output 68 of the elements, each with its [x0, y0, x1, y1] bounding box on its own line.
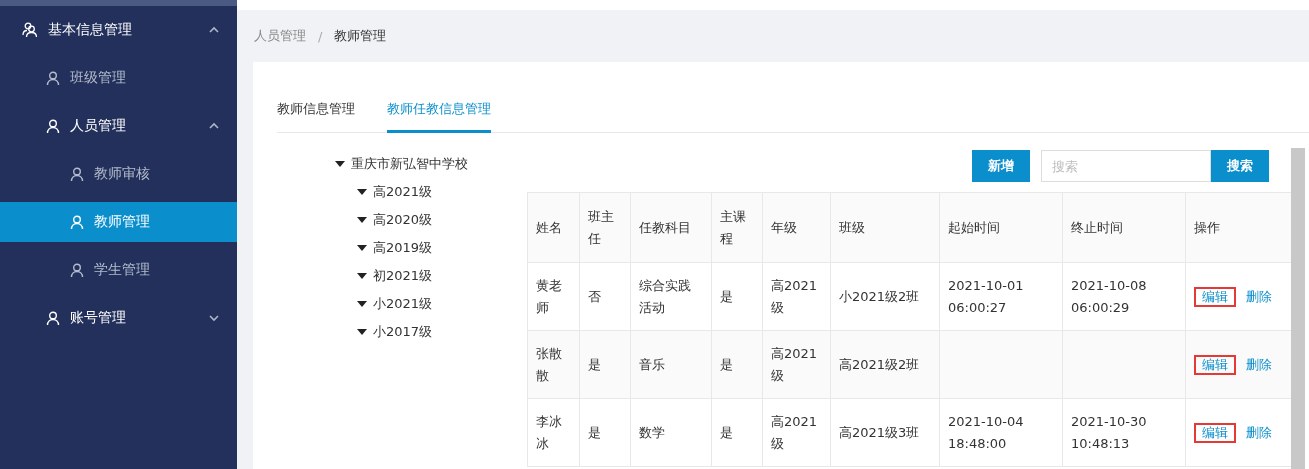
users-icon [22, 22, 38, 38]
delete-link[interactable]: 删除 [1246, 288, 1272, 304]
column-header: 班主任 [588, 208, 614, 246]
table-cell: 2021-10-30 10:48:13 [1071, 413, 1147, 451]
tree-node[interactable]: 重庆市新弘智中学校 [351, 155, 468, 173]
column-header: 起始时间 [948, 219, 1000, 235]
user-icon [46, 119, 60, 133]
table-cell: 是 [588, 424, 601, 440]
table-cell: 2021-10-04 18:48:00 [948, 413, 1024, 451]
table-cell: 是 [720, 356, 733, 372]
tree-node[interactable]: 高2019级 [373, 239, 433, 257]
table-cell: 高2021级 [771, 413, 818, 451]
user-icon [70, 215, 84, 229]
table-cell: 2021-10-01 06:00:27 [948, 277, 1024, 315]
column-header: 年级 [771, 219, 797, 235]
table-cell: 音乐 [639, 356, 665, 372]
tree-node[interactable]: 初2021级 [373, 267, 433, 285]
edit-link[interactable]: 编辑 [1194, 354, 1236, 375]
scrollbar[interactable] [1291, 148, 1305, 469]
user-icon [46, 71, 60, 85]
table-cell: 高2021级 [771, 345, 818, 383]
table-cell: 张散散 [536, 345, 562, 383]
user-icon [70, 167, 84, 181]
user-icon [46, 311, 60, 325]
column-header: 任教科目 [639, 219, 691, 235]
column-header: 姓名 [536, 219, 562, 235]
table-cell: 综合实践活动 [639, 277, 691, 315]
tab[interactable]: 教师任教信息管理 [387, 86, 491, 133]
table-cell: 黄老师 [536, 277, 562, 315]
menu-item[interactable]: 账号管理 [0, 294, 237, 342]
tree-node[interactable]: 高2021级 [373, 183, 433, 201]
breadcrumb-separator: / [318, 28, 323, 44]
table-cell: 李冰冰 [536, 413, 562, 451]
menu-item[interactable]: 班级管理 [0, 54, 237, 102]
delete-link[interactable]: 删除 [1246, 424, 1272, 440]
table-cell: 是 [720, 288, 733, 304]
menu-item[interactable]: 学生管理 [0, 246, 237, 294]
search-button[interactable]: 搜索 [1211, 150, 1269, 182]
column-header: 操作 [1194, 219, 1220, 235]
tree-node[interactable]: 小2017级 [373, 323, 433, 341]
table-cell: 高2021级2班 [839, 356, 920, 372]
table-cell: 数学 [639, 424, 665, 440]
chevron-up-icon [209, 122, 219, 130]
table-cell: 2021-10-08 06:00:29 [1071, 277, 1147, 315]
menu-item[interactable]: 教师审核 [0, 150, 237, 198]
user-icon [70, 263, 84, 277]
table-cell: 小2021级2班 [839, 288, 920, 304]
table-cell: 是 [588, 356, 601, 372]
chevron-up-icon [209, 26, 219, 34]
tree-node[interactable]: 小2021级 [373, 295, 433, 313]
column-header: 主课程 [720, 208, 746, 246]
table-cell: 高2021级 [771, 277, 818, 315]
menu-item[interactable]: 教师管理 [0, 202, 237, 242]
tree-node[interactable]: 高2020级 [373, 211, 433, 229]
tab[interactable]: 教师信息管理 [277, 86, 355, 133]
table-cell: 高2021级3班 [839, 424, 920, 440]
edit-link[interactable]: 编辑 [1194, 286, 1236, 307]
table-cell: 是 [720, 424, 733, 440]
column-header: 终止时间 [1071, 219, 1123, 235]
add-button[interactable]: 新增 [972, 150, 1030, 182]
search-field[interactable]: 搜索 [1041, 150, 1211, 182]
table-cell: 否 [588, 288, 601, 304]
menu-item[interactable]: 人员管理 [0, 102, 237, 150]
menu-item[interactable]: 基本信息管理 [0, 6, 237, 54]
edit-link[interactable]: 编辑 [1194, 422, 1236, 443]
delete-link[interactable]: 删除 [1246, 356, 1272, 372]
column-header: 班级 [839, 219, 865, 235]
chevron-down-icon [209, 314, 219, 322]
